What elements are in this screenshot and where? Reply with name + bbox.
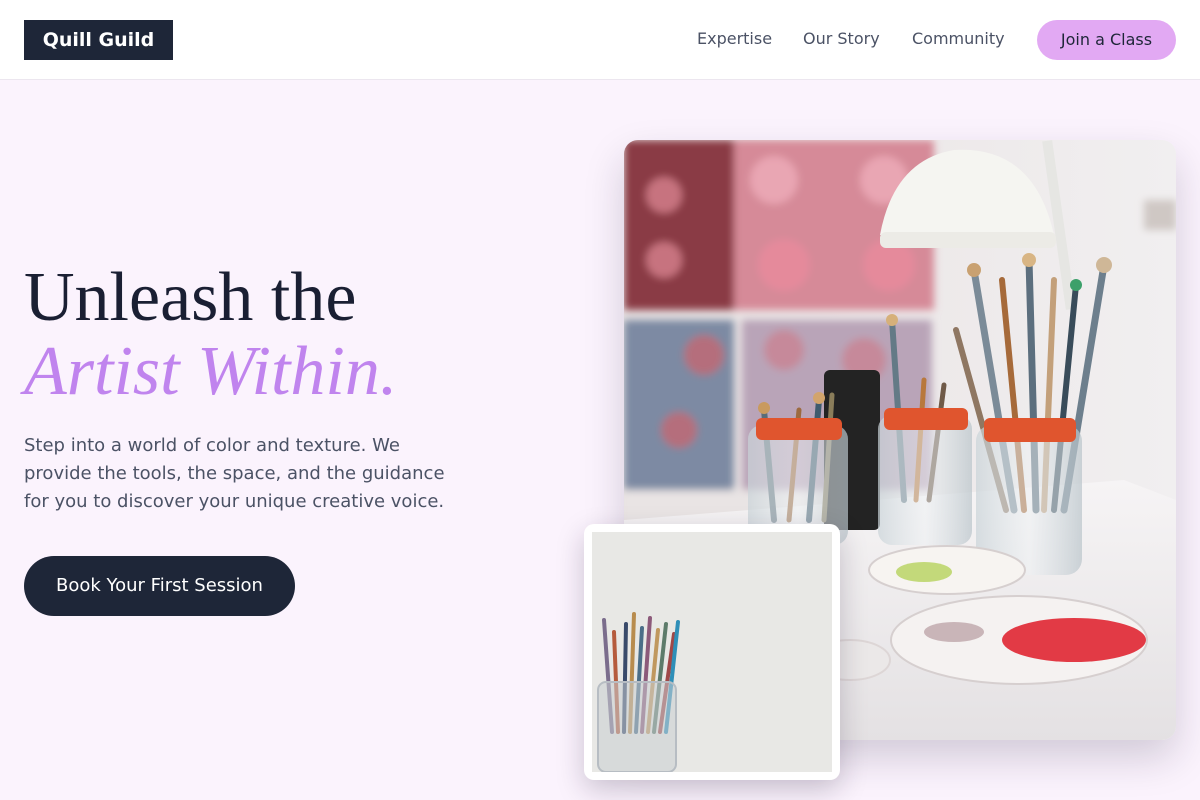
brush-jar-card — [584, 524, 840, 780]
nav-link-community[interactable]: Community — [912, 28, 1005, 50]
site-logo[interactable]: Quill Guild — [24, 20, 173, 60]
book-first-session-button[interactable]: Book Your First Session — [24, 556, 295, 616]
site-header: Quill Guild Expertise Our Story Communit… — [0, 0, 1200, 80]
nav-link-expertise[interactable]: Expertise — [697, 28, 772, 50]
join-class-button[interactable]: Join a Class — [1037, 20, 1176, 60]
hero-title-accent: Artist Within. — [24, 333, 398, 410]
brush-jar-photo — [592, 532, 832, 772]
hero-title: Unleash the — [24, 259, 357, 336]
nav-link-our-story[interactable]: Our Story — [803, 28, 880, 50]
hero-description: Step into a world of color and texture. … — [24, 435, 445, 512]
